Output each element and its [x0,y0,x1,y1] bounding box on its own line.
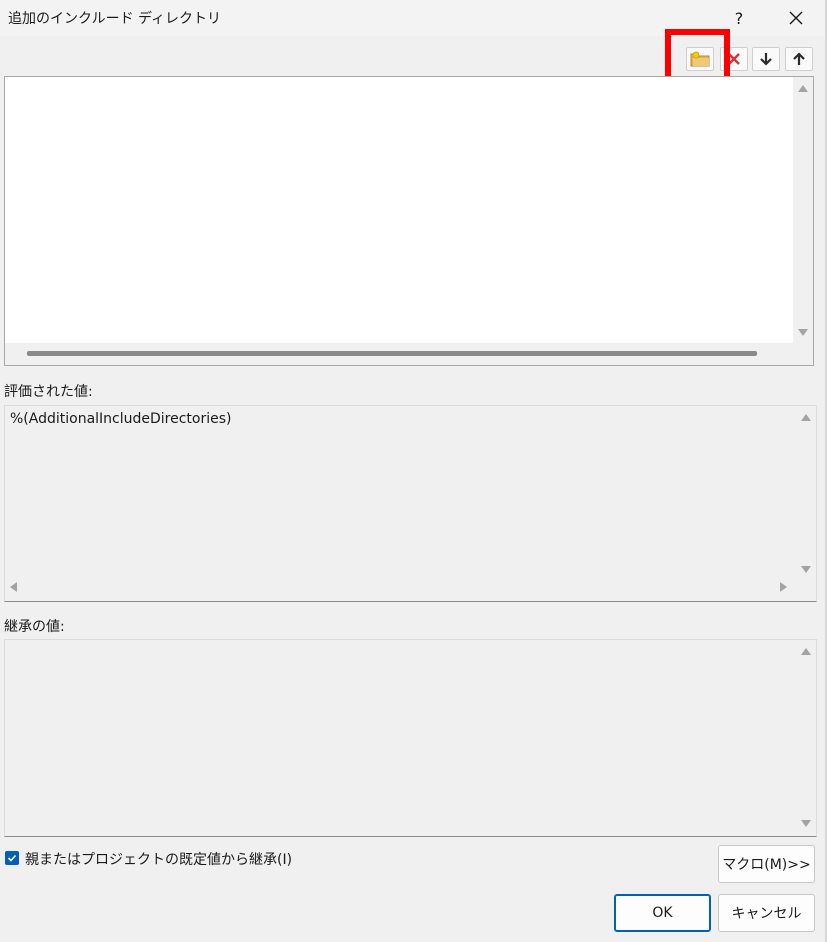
cancel-button[interactable]: キャンセル [718,894,815,932]
horizontal-scroll-thumb[interactable] [27,351,757,356]
evaluated-value: %(AdditionalIncludeDirectories) [10,411,232,427]
move-down-button[interactable] [752,47,780,71]
scroll-left-icon[interactable] [10,582,17,592]
inherit-checkbox[interactable] [5,851,19,865]
move-down-icon [760,53,772,66]
eval-horizontal-scrollbar[interactable] [5,577,795,597]
scroll-right-icon[interactable] [780,582,787,592]
move-up-button[interactable] [785,47,813,71]
scroll-down-icon[interactable] [801,820,811,827]
inherited-value-box [4,639,817,837]
close-icon [789,11,803,25]
inherit-checkbox-label[interactable]: 親またはプロジェクトの既定値から継承(I) [25,849,292,869]
macro-button[interactable]: マクロ(M)>> [718,845,815,883]
highlight-box [665,29,730,83]
eval-vertical-scrollbar[interactable] [796,406,816,601]
close-button[interactable] [778,0,814,36]
scroll-up-icon[interactable] [798,85,808,92]
scroll-up-icon[interactable] [801,414,811,421]
list-horizontal-scrollbar[interactable] [5,343,793,365]
help-icon: ? [734,8,744,28]
list-vertical-scrollbar[interactable] [793,77,813,365]
ok-button[interactable]: OK [614,894,711,932]
evaluated-label: 評価された値: [4,384,93,400]
scroll-down-icon[interactable] [801,566,811,573]
evaluated-value-box: %(AdditionalIncludeDirectories) [4,405,817,602]
move-up-icon [793,52,805,65]
directory-list[interactable] [4,76,814,366]
checkmark-icon [7,854,17,862]
scroll-up-icon[interactable] [801,648,811,655]
inherited-label: 継承の値: [4,619,65,635]
scroll-down-icon[interactable] [798,329,808,336]
inherited-vertical-scrollbar[interactable] [796,640,816,836]
window-title: 追加のインクルード ディレクトリ [8,11,222,27]
